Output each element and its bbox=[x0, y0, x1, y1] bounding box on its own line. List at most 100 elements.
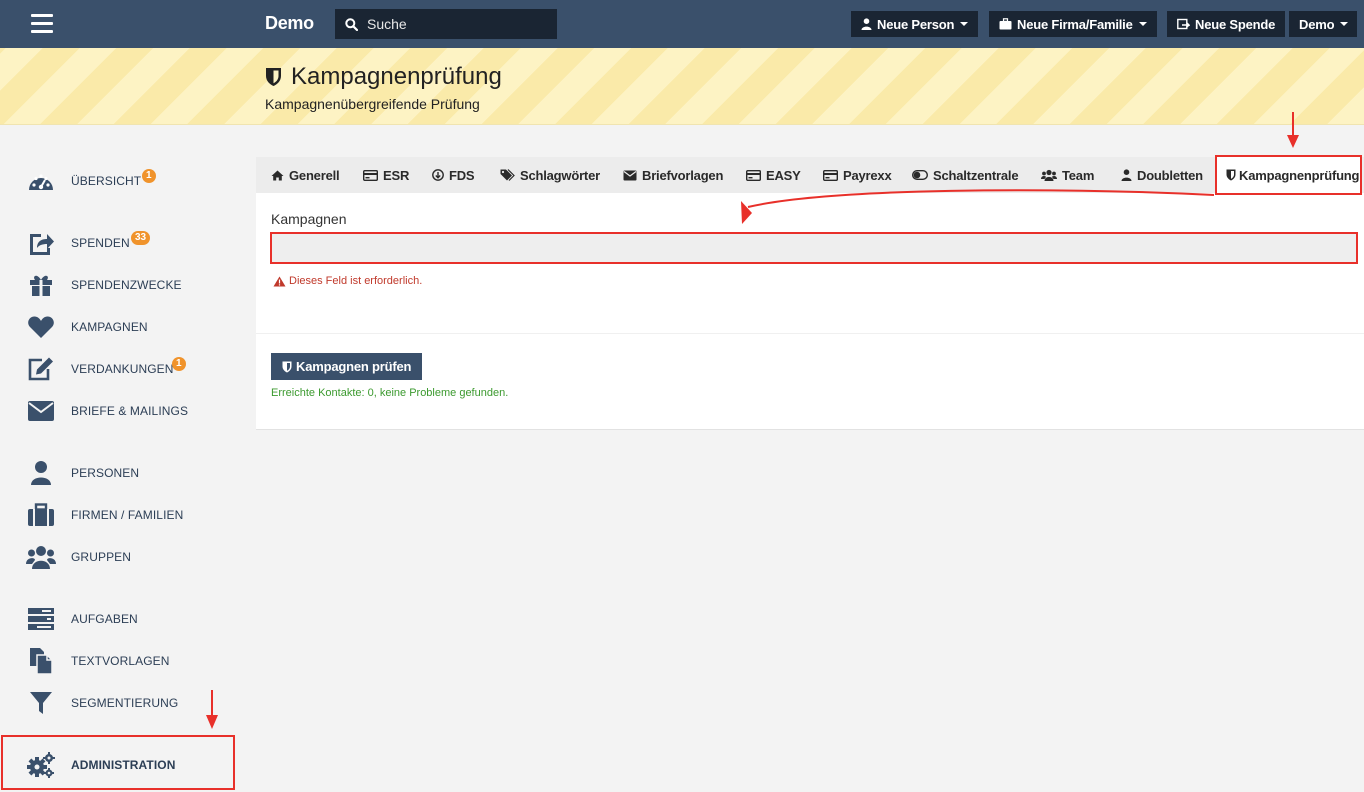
new-person-label: Neue Person bbox=[877, 16, 955, 32]
warning-icon bbox=[273, 276, 286, 286]
tab-label: Briefvorlagen bbox=[642, 167, 724, 183]
validation-error: Dieses Feld ist erforderlich. bbox=[273, 275, 422, 287]
sidebar-item-label: ÜBERSICHT bbox=[71, 174, 142, 188]
search-input[interactable]: Suche bbox=[335, 9, 557, 39]
sidebar-item-verdankungen[interactable]: VERDANKUNGEN 1 bbox=[26, 354, 186, 384]
briefcase-icon bbox=[26, 502, 56, 528]
sidebar-item-personen[interactable]: PERSONEN bbox=[26, 458, 139, 488]
menu-toggle-icon[interactable] bbox=[31, 14, 53, 33]
tab-label: FDS bbox=[449, 167, 475, 183]
tab-label: Schaltzentrale bbox=[933, 167, 1019, 183]
search-icon bbox=[345, 17, 358, 31]
validation-error-text: Dieses Feld ist erforderlich. bbox=[289, 275, 423, 287]
tags-icon bbox=[500, 169, 515, 181]
tab-label: ESR bbox=[383, 167, 410, 183]
sidebar-item-kampagnen[interactable]: KAMPAGNEN bbox=[26, 312, 148, 342]
tab-easy[interactable]: EASY bbox=[746, 157, 801, 193]
user-menu-button[interactable]: Demo bbox=[1289, 11, 1357, 37]
tab-briefvorlagen[interactable]: Briefvorlagen bbox=[623, 157, 723, 193]
sidebar-item-label: SEGMENTIERUNG bbox=[71, 696, 179, 710]
new-donation-button[interactable]: Neue Spende bbox=[1167, 11, 1286, 37]
tab-generell[interactable]: Generell bbox=[271, 157, 340, 193]
campaigns-label: Kampagnen bbox=[271, 211, 347, 227]
sidebar-item-label: FIRMEN / FAMILIEN bbox=[71, 508, 184, 522]
tab-label: Team bbox=[1062, 167, 1095, 183]
tab-team[interactable]: Team bbox=[1041, 157, 1094, 193]
toggle-icon bbox=[912, 170, 928, 180]
users-icon bbox=[26, 544, 56, 570]
new-company-button[interactable]: Neue Firma/Familie bbox=[989, 11, 1157, 37]
tab-label: Generell bbox=[289, 167, 340, 183]
arrow-down-sidebar-icon bbox=[206, 690, 218, 729]
credit-card-icon bbox=[746, 169, 761, 181]
tab-label: Payrexx bbox=[843, 167, 892, 183]
tab-label: EASY bbox=[766, 167, 801, 183]
filter-icon bbox=[26, 690, 56, 716]
check-campaigns-label: Kampagnen prüfen bbox=[296, 359, 412, 374]
form-divider bbox=[256, 333, 1364, 334]
tab-label: Doubletten bbox=[1137, 167, 1203, 183]
tab-fds[interactable]: FDS bbox=[432, 157, 475, 193]
sidebar-item-aufgaben[interactable]: AUFGABEN bbox=[26, 604, 138, 634]
sidebar-item-spendenzwecke[interactable]: SPENDENZWECKE bbox=[26, 270, 182, 300]
annotation-box-field bbox=[270, 232, 1358, 264]
user-icon bbox=[26, 460, 56, 486]
notification-badge: 33 bbox=[131, 231, 151, 245]
sidebar-item-label: SPENDENZWECKE bbox=[71, 278, 182, 292]
notification-badge: 1 bbox=[142, 169, 156, 183]
caret-down-icon bbox=[1138, 22, 1147, 26]
tasks-icon bbox=[26, 606, 56, 632]
sidebar-item-label: VERDANKUNGEN bbox=[71, 362, 174, 376]
tab-schlagwoerter[interactable]: Schlagwörter bbox=[500, 157, 600, 193]
new-donation-label: Neue Spende bbox=[1195, 16, 1276, 32]
heart-icon bbox=[26, 314, 56, 340]
home-icon bbox=[271, 170, 284, 180]
tab-schaltzentrale[interactable]: Schaltzentrale bbox=[912, 157, 1019, 193]
check-campaigns-button[interactable]: Kampagnen prüfen bbox=[271, 353, 423, 380]
sidebar-item-spenden[interactable]: SPENDEN 33 bbox=[26, 228, 151, 258]
brand-label[interactable]: Demo bbox=[265, 13, 314, 34]
search-placeholder: Suche bbox=[367, 16, 407, 32]
sidebar-item-label: AUFGABEN bbox=[71, 612, 138, 626]
sidebar-item-label: PERSONEN bbox=[71, 466, 140, 480]
sidebar-item-label: KAMPAGNEN bbox=[71, 320, 148, 334]
top-navbar: Demo Suche Neue Person Neue Firma/Famili… bbox=[0, 0, 1364, 48]
tab-esr[interactable]: ESR bbox=[363, 157, 409, 193]
sidebar-item-label: GRUPPEN bbox=[71, 550, 132, 564]
sidebar-item-segmentierung[interactable]: SEGMENTIERUNG bbox=[26, 688, 178, 718]
caret-down-icon bbox=[960, 22, 969, 26]
page-title-text: Kampagnenprüfung bbox=[291, 63, 502, 90]
edit-icon bbox=[26, 356, 56, 382]
sidebar-item-briefe-mailings[interactable]: BRIEFE & MAILINGS bbox=[26, 396, 188, 426]
new-company-label: Neue Firma/Familie bbox=[1017, 16, 1133, 32]
user-icon bbox=[1121, 169, 1132, 181]
page-header bbox=[0, 48, 1364, 125]
user-menu-label: Demo bbox=[1299, 16, 1335, 32]
credit-card-icon bbox=[823, 169, 838, 181]
briefcase-icon bbox=[999, 18, 1012, 30]
sidebar-item-gruppen[interactable]: GRUPPEN bbox=[26, 542, 131, 572]
annotation-box-tab bbox=[1215, 155, 1362, 195]
sidebar-item-textvorlagen[interactable]: TEXTVORLAGEN bbox=[26, 646, 169, 676]
notification-badge: 1 bbox=[172, 357, 186, 371]
sidebar-item-firmen-familien[interactable]: FIRMEN / FAMILIEN bbox=[26, 500, 183, 530]
tab-doubletten[interactable]: Doubletten bbox=[1121, 157, 1203, 193]
user-icon bbox=[861, 18, 872, 30]
page-title: Kampagnenprüfung bbox=[265, 63, 502, 91]
tab-label: Schlagwörter bbox=[520, 167, 600, 183]
credit-card-icon bbox=[363, 169, 378, 181]
envelope-icon bbox=[26, 398, 56, 424]
gift-icon bbox=[26, 272, 56, 298]
envelope-icon bbox=[623, 170, 637, 180]
check-result-text: Erreichte Kontakte: 0, keine Probleme ge… bbox=[271, 387, 509, 399]
shield-icon bbox=[282, 361, 292, 372]
share-icon bbox=[1177, 18, 1190, 30]
sidebar-item-label: SPENDEN bbox=[71, 236, 130, 250]
dashboard-icon bbox=[26, 168, 56, 194]
new-person-button[interactable]: Neue Person bbox=[851, 11, 979, 37]
page-subtitle: Kampagnenübergreifende Prüfung bbox=[265, 96, 480, 112]
tab-payrexx[interactable]: Payrexx bbox=[823, 157, 892, 193]
sidebar-item-label: TEXTVORLAGEN bbox=[71, 654, 170, 668]
caret-down-icon bbox=[1340, 22, 1349, 26]
sidebar-item-uebersicht[interactable]: ÜBERSICHT 1 bbox=[26, 166, 156, 196]
